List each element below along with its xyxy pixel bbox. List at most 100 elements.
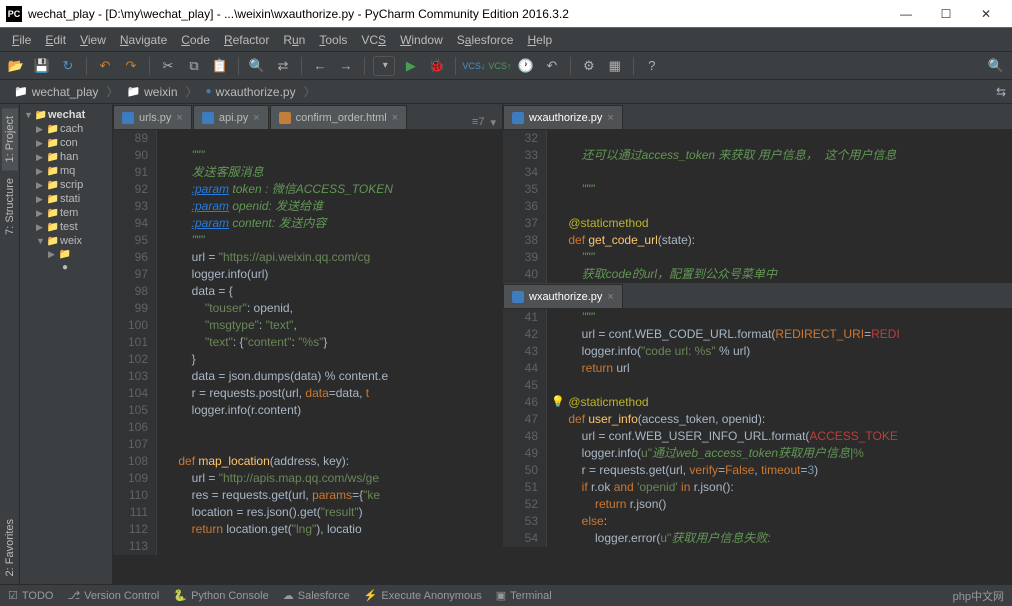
code-line[interactable]: 44 return url: [503, 360, 1012, 377]
code-line[interactable]: 45: [503, 377, 1012, 394]
tree-item[interactable]: ▶📁cach: [20, 122, 112, 136]
project-tree[interactable]: ▼📁wechat▶📁cach▶📁con▶📁han▶📁mq▶📁scrip▶📁sta…: [20, 104, 113, 584]
code-line[interactable]: 102 }: [113, 351, 502, 368]
close-tab-icon[interactable]: ×: [176, 112, 182, 124]
vcs-commit-icon[interactable]: VCS↑: [490, 56, 510, 76]
code-line[interactable]: 100 "msgtype": "text",: [113, 317, 502, 334]
maximize-button[interactable]: ☐: [926, 0, 966, 28]
tree-item[interactable]: ▶📁: [20, 248, 112, 261]
tree-item[interactable]: ●: [20, 261, 112, 274]
code-line[interactable]: 104 r = requests.post(url, data=data, t: [113, 385, 502, 402]
tree-item[interactable]: ▶📁han: [20, 150, 112, 164]
code-line[interactable]: 92 :param token : 微信ACCESS_TOKEN: [113, 181, 502, 198]
code-line[interactable]: 47 def user_info(access_token, openid):: [503, 411, 1012, 428]
code-line[interactable]: 51 if r.ok and 'openid' in r.json():: [503, 479, 1012, 496]
status-vcs[interactable]: ⎇ Version Control: [67, 589, 159, 602]
menu-run[interactable]: Run: [277, 31, 311, 49]
close-tab-icon[interactable]: ×: [392, 112, 398, 124]
cut-icon[interactable]: ✂: [158, 56, 178, 76]
editor-tab[interactable]: urls.py×: [113, 105, 192, 129]
code-line[interactable]: 40 获取code的url，配置到公众号菜单中: [503, 266, 1012, 283]
code-line[interactable]: 91 发送客服消息: [113, 164, 502, 181]
close-tab-icon[interactable]: ×: [607, 112, 613, 124]
menu-code[interactable]: Code: [175, 31, 216, 49]
code-line[interactable]: 36: [503, 198, 1012, 215]
tree-item[interactable]: ▶📁stati: [20, 192, 112, 206]
help-icon[interactable]: ?: [642, 56, 662, 76]
tab-structure[interactable]: 7: Structure: [2, 170, 18, 243]
code-line[interactable]: 110 res = requests.get(url, params={"ke: [113, 487, 502, 504]
nav-toggle-icon[interactable]: ⇆: [996, 85, 1006, 99]
editor-tab[interactable]: api.py×: [193, 105, 269, 129]
menu-tools[interactable]: Tools: [313, 31, 353, 49]
close-button[interactable]: ✕: [966, 0, 1006, 28]
tab-project[interactable]: 1: Project: [2, 108, 18, 170]
debug-icon[interactable]: 🐞: [427, 56, 447, 76]
code-line[interactable]: 34: [503, 164, 1012, 181]
find-icon[interactable]: 🔍: [247, 56, 267, 76]
tree-item[interactable]: ▼📁weix: [20, 234, 112, 248]
tree-item[interactable]: ▶📁test: [20, 220, 112, 234]
code-line[interactable]: 52 return r.json(): [503, 496, 1012, 513]
menu-file[interactable]: File: [6, 31, 37, 49]
breadcrumb-item[interactable]: weixin: [118, 83, 185, 101]
editor-tab[interactable]: wxauthorize.py×: [503, 105, 623, 129]
menu-help[interactable]: Help: [521, 31, 558, 49]
code-line[interactable]: 96 url = "https://api.weixin.qq.com/cg: [113, 249, 502, 266]
code-line[interactable]: 39 """: [503, 249, 1012, 266]
tab-favorites[interactable]: 2: Favorites: [2, 511, 18, 584]
run-config[interactable]: ▾: [373, 56, 395, 76]
back-icon[interactable]: ←: [310, 56, 330, 76]
code-line[interactable]: 35 """: [503, 181, 1012, 198]
close-tab-icon[interactable]: ×: [607, 291, 613, 303]
settings-icon[interactable]: ⚙: [579, 56, 599, 76]
code-line[interactable]: 101 "text": {"content": "%s"}: [113, 334, 502, 351]
copy-icon[interactable]: ⧉: [184, 56, 204, 76]
replace-icon[interactable]: ⇄: [273, 56, 293, 76]
menu-edit[interactable]: Edit: [39, 31, 72, 49]
code-line[interactable]: 32: [503, 130, 1012, 147]
menu-view[interactable]: View: [74, 31, 112, 49]
code-line[interactable]: 43 logger.info("code url: %s" % url): [503, 343, 1012, 360]
code-line[interactable]: 111 location = res.json().get("result"): [113, 504, 502, 521]
code-line[interactable]: 54 logger.error(u"获取用户信息失败:: [503, 530, 1012, 547]
code-line[interactable]: 89: [113, 130, 502, 147]
menu-window[interactable]: Window: [394, 31, 449, 49]
code-editor-left[interactable]: 8990 """91 发送客服消息92 :param token : 微信ACC…: [113, 130, 502, 584]
menu-navigate[interactable]: Navigate: [114, 31, 173, 49]
code-line[interactable]: 95 """: [113, 232, 502, 249]
status-execute-anon[interactable]: ⚡ Execute Anonymous: [364, 589, 482, 602]
intention-bulb-icon[interactable]: 💡: [551, 394, 565, 411]
code-line[interactable]: 93 :param openid: 发送给谁: [113, 198, 502, 215]
code-line[interactable]: 98 data = {: [113, 283, 502, 300]
code-line[interactable]: 103 data = json.dumps(data) % content.e: [113, 368, 502, 385]
code-line[interactable]: 41 """: [503, 309, 1012, 326]
breadcrumb-item[interactable]: wechat_play: [6, 83, 106, 101]
code-line[interactable]: 108 def map_location(address, key):: [113, 453, 502, 470]
open-icon[interactable]: 📂: [6, 56, 26, 76]
code-line[interactable]: 42 url = conf.WEB_CODE_URL.format(REDIRE…: [503, 326, 1012, 343]
code-line[interactable]: 90 """: [113, 147, 502, 164]
code-line[interactable]: 48 url = conf.WEB_USER_INFO_URL.format(A…: [503, 428, 1012, 445]
code-line[interactable]: 53 else:: [503, 513, 1012, 530]
vcs-history-icon[interactable]: 🕐: [516, 56, 536, 76]
tree-item[interactable]: ▶📁con: [20, 136, 112, 150]
status-terminal[interactable]: ▣ Terminal: [496, 589, 552, 602]
vcs-update-icon[interactable]: VCS↓: [464, 56, 484, 76]
menu-refactor[interactable]: Refactor: [218, 31, 275, 49]
run-icon[interactable]: ▶: [401, 56, 421, 76]
menu-vcs[interactable]: VCS: [355, 31, 392, 49]
code-line[interactable]: 37 @staticmethod: [503, 215, 1012, 232]
status-python-console[interactable]: 🐍 Python Console: [173, 589, 268, 602]
save-icon[interactable]: 💾: [32, 56, 52, 76]
project-structure-icon[interactable]: ▦: [605, 56, 625, 76]
code-line[interactable]: 106: [113, 419, 502, 436]
code-line[interactable]: 112 return location.get("lng"), locatio: [113, 521, 502, 538]
code-line[interactable]: 105 logger.info(r.content): [113, 402, 502, 419]
more-tabs-icon[interactable]: ▾: [490, 116, 496, 129]
close-tab-icon[interactable]: ×: [253, 112, 259, 124]
code-line[interactable]: 33 还可以通过access_token 来获取 用户信息， 这个用户信息: [503, 147, 1012, 164]
code-line[interactable]: 113: [113, 538, 502, 555]
menu-salesforce[interactable]: Salesforce: [451, 31, 520, 49]
code-line[interactable]: 50 r = requests.get(url, verify=False, t…: [503, 462, 1012, 479]
